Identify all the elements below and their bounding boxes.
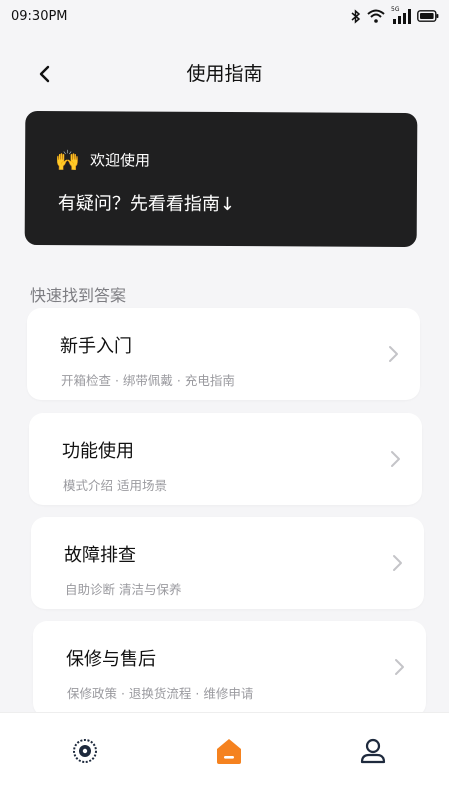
card-subtitle: 模式介绍 适用场景 <box>63 478 167 493</box>
bluetooth-icon <box>351 8 361 24</box>
nav-item-device[interactable] <box>65 731 105 771</box>
guide-card-features[interactable]: 功能使用 模式介绍 适用场景 <box>29 413 422 505</box>
chevron-right-icon <box>389 346 398 362</box>
chevron-right-icon <box>391 451 400 467</box>
page-title: 使用指南 <box>186 63 263 85</box>
card-title: 新手入门 <box>60 336 132 357</box>
status-bar: 09:30PM 5G <box>0 0 449 32</box>
chevron-right-icon <box>395 659 404 675</box>
guide-card-getting-started[interactable]: 新手入门 开箱检查 · 绑带佩戴 · 充电指南 <box>27 308 420 400</box>
raised-hands-icon: 🙌 <box>55 147 81 172</box>
battery-icon <box>417 10 439 22</box>
wifi-icon <box>367 9 385 23</box>
status-icons: 5G <box>351 6 439 24</box>
card-subtitle: 保修政策 · 退换货流程 · 维修申请 <box>67 686 254 701</box>
home-icon <box>217 739 241 764</box>
profile-icon <box>360 738 386 764</box>
device-icon <box>73 739 97 763</box>
card-title: 保修与售后 <box>66 649 156 670</box>
header: 使用指南 <box>0 50 449 94</box>
section-label: 快速找到答案 <box>30 286 127 305</box>
banner-welcome-row: 🙌 欢迎使用 <box>55 147 151 172</box>
welcome-banner: 🙌 欢迎使用 有疑问？先看看指南↓ <box>24 110 418 248</box>
chevron-right-icon <box>393 555 402 571</box>
nav-item-home[interactable] <box>209 731 249 771</box>
card-title: 故障排查 <box>64 545 136 566</box>
status-time: 09:30PM <box>11 8 68 24</box>
cellular-signal-icon: 5G <box>391 6 411 24</box>
nav-item-profile[interactable] <box>353 731 393 771</box>
bottom-nav <box>0 712 449 801</box>
card-title: 功能使用 <box>62 441 134 462</box>
guide-card-warranty[interactable]: 保修与售后 保修政策 · 退换货流程 · 维修申请 <box>33 621 426 717</box>
card-subtitle: 开箱检查 · 绑带佩戴 · 充电指南 <box>61 373 235 388</box>
banner-headline: 有疑问？先看看指南↓ <box>57 193 236 216</box>
card-subtitle: 自助诊断 清洁与保养 <box>65 582 182 597</box>
banner-welcome-text: 欢迎使用 <box>89 151 151 170</box>
guide-card-troubleshooting[interactable]: 故障排查 自助诊断 清洁与保养 <box>31 517 424 609</box>
